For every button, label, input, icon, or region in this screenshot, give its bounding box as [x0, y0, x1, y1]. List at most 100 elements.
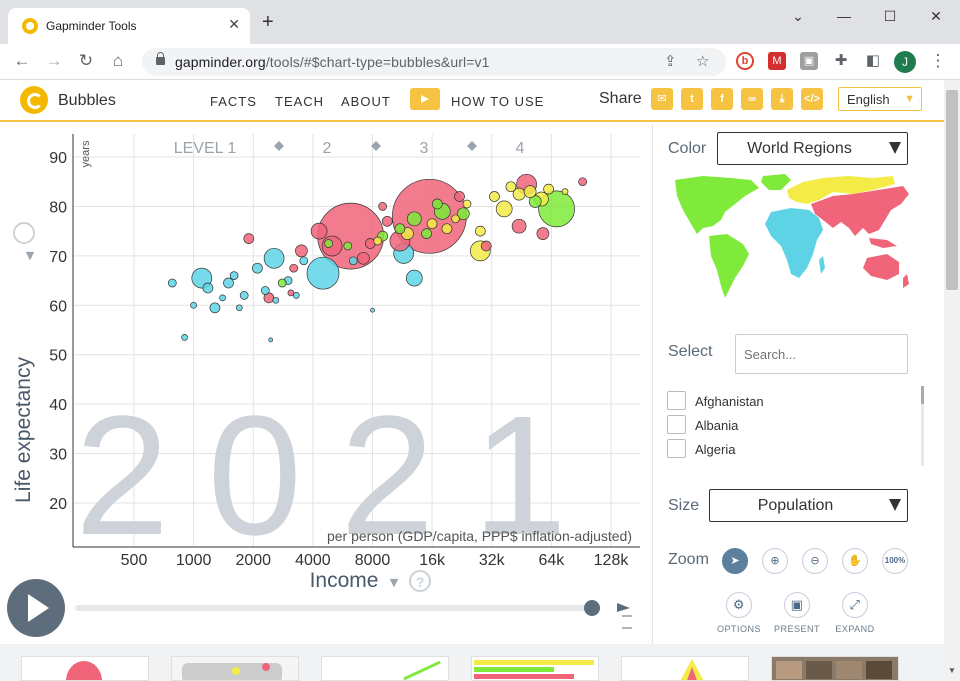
bubble-americas[interactable]: [421, 228, 432, 239]
tool-thumbnail-ages[interactable]: [621, 656, 749, 681]
country-checkbox[interactable]: [667, 415, 686, 434]
bubble-europe[interactable]: [523, 185, 537, 198]
bubble-asia[interactable]: [287, 289, 295, 297]
minimize-icon[interactable]: —: [834, 8, 854, 24]
bubble-europe[interactable]: [474, 225, 486, 237]
bubble-africa[interactable]: [370, 307, 375, 313]
menu-teach[interactable]: TEACH: [275, 94, 324, 109]
tab-search-chevron-icon[interactable]: ⌄: [788, 8, 808, 25]
bubble-americas[interactable]: [343, 241, 353, 251]
how-to-use-play-icon[interactable]: [410, 88, 440, 110]
bubble-europe[interactable]: [489, 191, 500, 202]
bubble-africa[interactable]: [348, 256, 358, 266]
zoom-100-button[interactable]: 100%: [882, 548, 908, 574]
present-button[interactable]: ▣ PRESENT: [767, 592, 827, 634]
bubble-africa[interactable]: [229, 271, 239, 280]
bubble-asia[interactable]: [536, 227, 550, 240]
bubble-asia[interactable]: [243, 233, 255, 244]
hand-pan-icon[interactable]: ✋: [842, 548, 868, 574]
page-scrollbar-thumb[interactable]: [946, 90, 958, 290]
close-tab-icon[interactable]: ✕: [228, 16, 240, 33]
back-icon[interactable]: ←: [12, 52, 32, 70]
extension-m-icon[interactable]: M: [768, 52, 786, 70]
forward-icon[interactable]: →: [44, 52, 64, 70]
page-scrollbar[interactable]: ▼: [944, 80, 960, 681]
bubble-africa[interactable]: [299, 256, 309, 266]
tool-thumbnail-lines[interactable]: [321, 656, 449, 681]
map-region-americas[interactable]: [675, 176, 759, 234]
bubble-africa[interactable]: [263, 247, 285, 269]
menu-about[interactable]: ABOUT: [341, 94, 391, 109]
menu-facts[interactable]: FACTS: [210, 94, 257, 109]
bubble-africa[interactable]: [209, 302, 221, 314]
bubble-europe[interactable]: [426, 218, 438, 230]
bookmark-star-icon[interactable]: ☆: [696, 52, 709, 70]
bubble-europe[interactable]: [373, 236, 383, 246]
extensions-puzzle-icon[interactable]: ✚: [832, 52, 850, 70]
expand-button[interactable]: ⤢ EXPAND: [825, 592, 885, 634]
bubble-americas[interactable]: [277, 278, 287, 288]
scroll-down-arrow-icon[interactable]: ▼: [948, 666, 956, 675]
share-page-icon[interactable]: ⇪: [664, 52, 677, 70]
y-axis-title[interactable]: Life expectancy: [12, 357, 35, 503]
language-selector[interactable]: English ▼: [838, 87, 922, 111]
side-panel-icon[interactable]: ◧: [864, 52, 882, 70]
share-link-icon[interactable]: ∞: [741, 88, 763, 110]
play-button[interactable]: [7, 579, 65, 637]
bubble-africa[interactable]: [252, 262, 263, 274]
bubble-africa[interactable]: [202, 282, 214, 294]
country-search-input[interactable]: [735, 334, 908, 374]
bubble-africa[interactable]: [167, 278, 177, 288]
bubble-asia[interactable]: [454, 191, 465, 202]
bubble-africa[interactable]: [190, 301, 197, 309]
url-text[interactable]: gapminder.org/tools/#$chart-type=bubbles…: [175, 54, 489, 70]
timeline-track[interactable]: [75, 605, 592, 611]
bubble-africa[interactable]: [219, 294, 226, 302]
bubble-africa[interactable]: [235, 304, 243, 312]
x-axis-dropdown-icon[interactable]: ▼: [390, 576, 399, 589]
map-region-oceania-nz[interactable]: [903, 274, 909, 288]
bubble-asia[interactable]: [578, 177, 587, 187]
bubble-asia[interactable]: [480, 240, 492, 252]
tool-thumbnail-dollar-street[interactable]: [771, 656, 899, 681]
map-region-oceania[interactable]: [863, 254, 899, 280]
maximize-icon[interactable]: ☐: [880, 8, 900, 25]
bubble-europe[interactable]: [441, 223, 453, 235]
options-button[interactable]: ⚙ OPTIONS: [709, 592, 769, 634]
country-list-scrollbar[interactable]: [921, 386, 924, 466]
bubble-africa[interactable]: [272, 296, 280, 304]
bubble-europe[interactable]: [505, 181, 517, 193]
country-checkbox[interactable]: [667, 391, 686, 410]
bubble-africa[interactable]: [181, 334, 188, 341]
y-axis-help-icon[interactable]: [13, 222, 35, 244]
map-region-asia-islands[interactable]: [869, 238, 897, 248]
share-twitter-icon[interactable]: t: [681, 88, 703, 110]
bubble-chart-svg[interactable]: 2021 LEVEL 1234 500 1000 2000 4000 8000 16k 32…: [0, 124, 652, 644]
map-region-africa-madagascar[interactable]: [819, 256, 825, 274]
map-region-americas-greenland[interactable]: [761, 174, 791, 190]
x-axis-title[interactable]: Income: [310, 569, 379, 592]
extension-photo-icon[interactable]: ▣: [800, 52, 818, 70]
share-email-icon[interactable]: ✉: [651, 88, 673, 110]
bubble-europe[interactable]: [462, 199, 472, 209]
bubble-asia[interactable]: [381, 215, 393, 227]
timeline-speed-icon[interactable]: [617, 603, 632, 629]
bubble-africa[interactable]: [223, 277, 234, 289]
map-region-africa[interactable]: [765, 208, 823, 278]
bubble-asia[interactable]: [295, 244, 308, 258]
menu-how-to-use[interactable]: HOW TO USE: [451, 94, 544, 109]
browser-tab[interactable]: Gapminder Tools ✕: [8, 8, 250, 44]
share-facebook-icon[interactable]: f: [711, 88, 733, 110]
country-checkbox[interactable]: [667, 439, 686, 458]
bubble-europe[interactable]: [451, 214, 460, 224]
home-icon[interactable]: ⌂: [108, 52, 128, 70]
bubble-americas[interactable]: [431, 198, 443, 210]
gapminder-logo-icon[interactable]: [20, 86, 48, 114]
map-region-americas-south[interactable]: [709, 234, 749, 298]
world-regions-map[interactable]: [673, 174, 913, 304]
timeline-handle[interactable]: [584, 600, 600, 616]
share-embed-icon[interactable]: </>: [801, 88, 823, 110]
bubble-africa[interactable]: [306, 256, 340, 290]
bubble-asia[interactable]: [357, 251, 370, 265]
bubble-africa[interactable]: [405, 269, 423, 287]
